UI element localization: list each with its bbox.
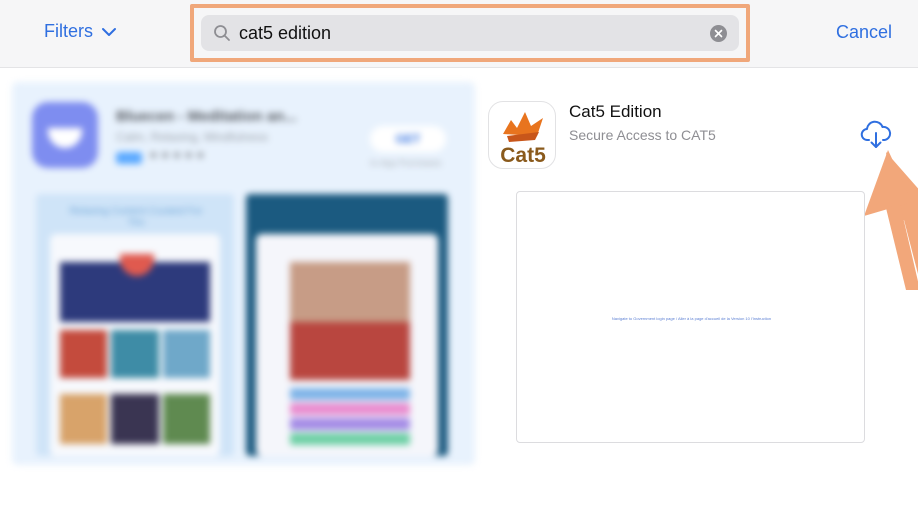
chevron-down-icon (102, 27, 116, 36)
promo-screenshot-1: Relaxing Content Curated For You (36, 194, 234, 456)
search-query-text: cat5 edition (239, 22, 332, 43)
search-highlight: cat5 edition (190, 4, 750, 62)
promo-screenshot-2 (246, 194, 448, 456)
app-screenshot-preview[interactable]: Navigate to Government login page / Alle… (516, 191, 865, 443)
cancel-button[interactable]: Cancel (836, 22, 892, 43)
cloud-download-button[interactable] (860, 120, 892, 150)
search-input[interactable]: cat5 edition (201, 15, 739, 51)
annotation-arrow (864, 150, 918, 290)
cat5-logo: Cat5 (500, 112, 546, 167)
filters-button[interactable]: Filters (44, 21, 117, 42)
search-header: Filters cat5 edition Cancel (0, 0, 918, 68)
cloud-download-icon (860, 120, 891, 148)
ad-badge (116, 152, 142, 164)
promo-inapp-note: In-App Purchases (370, 158, 442, 168)
result-app-subtitle: Secure Access to CAT5 (569, 127, 716, 143)
clear-search-button[interactable] (710, 24, 727, 42)
promo-app-icon (32, 102, 98, 168)
result-app-title[interactable]: Cat5 Edition (569, 102, 662, 122)
cat5-app-icon[interactable]: Cat5 (488, 101, 556, 169)
search-icon (214, 25, 230, 41)
promo-app-title: Bluecen - Meditation an... (116, 108, 297, 125)
clear-icon (714, 29, 723, 37)
promo-screenshot-caption: Relaxing Content Curated For You (69, 206, 203, 228)
promo-app-subtitle: Calm, Relaxing, Mindfulness (116, 130, 269, 144)
cat5-logo-text: Cat5 (500, 144, 546, 167)
preview-caption: Navigate to Government login page / Alle… (611, 316, 772, 321)
promoted-app-card[interactable]: Bluecen - Meditation an... Calm, Relaxin… (12, 82, 475, 465)
promo-rating-stars: ★★★★★ (148, 148, 207, 162)
promo-get-button[interactable]: GET (370, 126, 446, 152)
filters-label: Filters (44, 21, 93, 41)
